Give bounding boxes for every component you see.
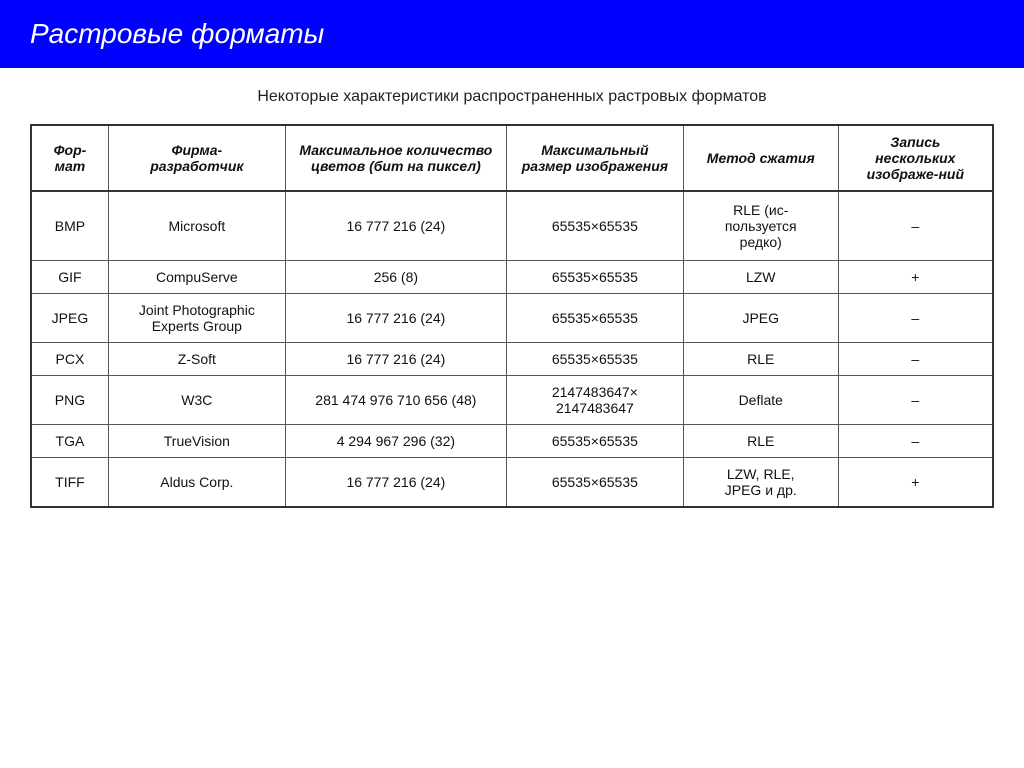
cell-colors: 4 294 967 296 (32)	[285, 425, 506, 458]
cell-colors: 16 777 216 (24)	[285, 458, 506, 508]
cell-format: PNG	[31, 376, 108, 425]
col-header-colors: Максимальное количество цветов (бит на п…	[285, 125, 506, 191]
cell-size: 65535×65535	[506, 294, 683, 343]
cell-colors: 281 474 976 710 656 (48)	[285, 376, 506, 425]
cell-company: W3C	[108, 376, 285, 425]
cell-company: Microsoft	[108, 191, 285, 261]
col-header-multi: Запись нескольких изображе-ний	[838, 125, 993, 191]
cell-multi: –	[838, 294, 993, 343]
cell-company: TrueVision	[108, 425, 285, 458]
cell-multi: –	[838, 425, 993, 458]
cell-format: BMP	[31, 191, 108, 261]
table-header-row: Фор-мат Фирма-разработчик Максимальное к…	[31, 125, 993, 191]
col-header-format: Фор-мат	[31, 125, 108, 191]
table-row: PNGW3C281 474 976 710 656 (48)2147483647…	[31, 376, 993, 425]
table-row: BMPMicrosoft16 777 216 (24)65535×65535RL…	[31, 191, 993, 261]
cell-method: LZW	[683, 261, 838, 294]
cell-method: LZW, RLE,JPEG и др.	[683, 458, 838, 508]
col-header-method: Метод сжатия	[683, 125, 838, 191]
cell-size: 65535×65535	[506, 191, 683, 261]
cell-method: Deflate	[683, 376, 838, 425]
cell-method: RLE	[683, 343, 838, 376]
col-header-size: Максимальный размер изображения	[506, 125, 683, 191]
cell-multi: +	[838, 261, 993, 294]
cell-multi: –	[838, 343, 993, 376]
formats-table: Фор-мат Фирма-разработчик Максимальное к…	[30, 124, 994, 508]
cell-company: CompuServe	[108, 261, 285, 294]
table-wrapper: Фор-мат Фирма-разработчик Максимальное к…	[0, 124, 1024, 508]
cell-colors: 16 777 216 (24)	[285, 343, 506, 376]
page-title: Растровые форматы	[30, 18, 994, 50]
page-header: Растровые форматы	[0, 0, 1024, 68]
cell-size: 65535×65535	[506, 343, 683, 376]
cell-multi: –	[838, 376, 993, 425]
cell-company: Z-Soft	[108, 343, 285, 376]
cell-method: RLE	[683, 425, 838, 458]
cell-size: 65535×65535	[506, 458, 683, 508]
cell-method: JPEG	[683, 294, 838, 343]
page-subtitle: Некоторые характеристики распространенны…	[0, 88, 1024, 106]
cell-multi: +	[838, 458, 993, 508]
cell-size: 65535×65535	[506, 425, 683, 458]
table-row: GIFCompuServe256 (8)65535×65535LZW+	[31, 261, 993, 294]
table-row: PCXZ-Soft16 777 216 (24)65535×65535RLE–	[31, 343, 993, 376]
cell-colors: 16 777 216 (24)	[285, 294, 506, 343]
table-row: TIFFAldus Corp.16 777 216 (24)65535×6553…	[31, 458, 993, 508]
cell-format: TGA	[31, 425, 108, 458]
cell-company: Aldus Corp.	[108, 458, 285, 508]
cell-format: PCX	[31, 343, 108, 376]
cell-size: 65535×65535	[506, 261, 683, 294]
table-row: JPEGJoint Photographic Experts Group16 7…	[31, 294, 993, 343]
cell-size: 2147483647×2147483647	[506, 376, 683, 425]
col-header-company: Фирма-разработчик	[108, 125, 285, 191]
cell-format: TIFF	[31, 458, 108, 508]
cell-company: Joint Photographic Experts Group	[108, 294, 285, 343]
cell-format: GIF	[31, 261, 108, 294]
cell-colors: 256 (8)	[285, 261, 506, 294]
cell-format: JPEG	[31, 294, 108, 343]
table-row: TGATrueVision4 294 967 296 (32)65535×655…	[31, 425, 993, 458]
cell-method: RLE (ис-пользуетсяредко)	[683, 191, 838, 261]
cell-multi: –	[838, 191, 993, 261]
cell-colors: 16 777 216 (24)	[285, 191, 506, 261]
